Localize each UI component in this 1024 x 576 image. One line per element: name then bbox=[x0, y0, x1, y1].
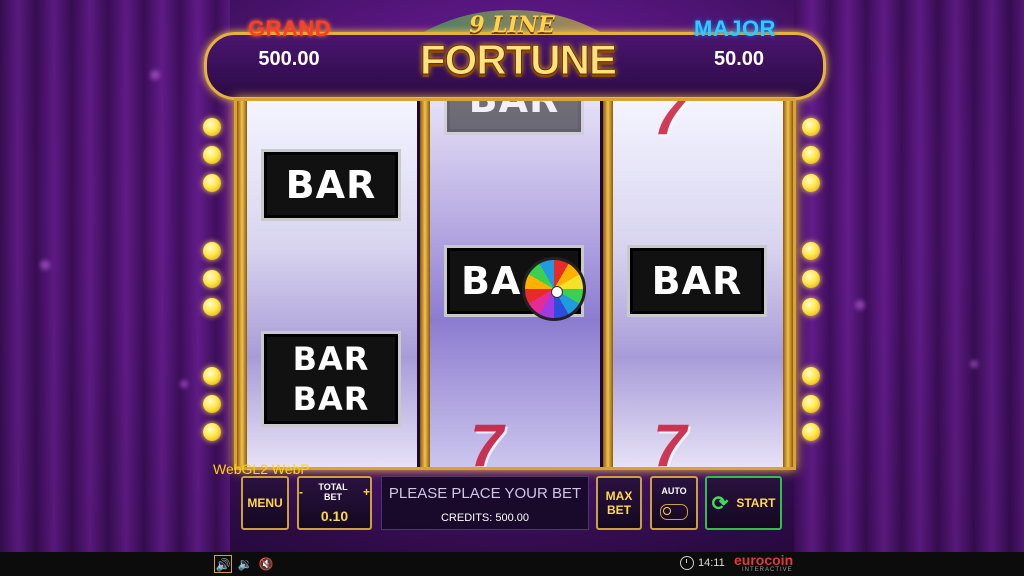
reel-3: 7 BAR 7 bbox=[613, 101, 783, 467]
bet-decrease-button[interactable]: - bbox=[299, 485, 303, 499]
brand-subtitle: INTERACTIVE bbox=[742, 567, 793, 573]
autoplay-toggle[interactable] bbox=[660, 504, 688, 520]
payline-indicator bbox=[802, 367, 820, 385]
max-bet-line2: BET bbox=[606, 503, 631, 517]
refresh-icon: ⟳ bbox=[711, 492, 729, 515]
mute-icon[interactable]: 🔇 bbox=[257, 555, 275, 573]
reel-1: BAR BAR BAR bbox=[247, 101, 417, 467]
payline-indicator bbox=[203, 242, 221, 260]
start-button[interactable]: ⟳ START bbox=[705, 476, 782, 530]
autoplay-label: AUTO bbox=[661, 486, 687, 496]
max-bet-line1: MAX bbox=[605, 489, 633, 503]
double-bar-symbol: BAR BAR bbox=[261, 331, 401, 427]
payline-indicator bbox=[203, 298, 221, 316]
total-bet-control: - TOTAL BET + 0.10 bbox=[297, 476, 372, 530]
credits-display: CREDITS: 500.00 bbox=[440, 512, 530, 524]
autoplay-button[interactable]: AUTO bbox=[650, 476, 698, 530]
payline-indicator bbox=[802, 146, 820, 164]
max-bet-button[interactable]: MAX BET bbox=[596, 476, 642, 530]
grand-jackpot-value: 500.00 bbox=[258, 48, 320, 70]
seven-symbol: 7 bbox=[653, 101, 687, 147]
sound-on-icon[interactable]: 🔊 bbox=[214, 555, 232, 573]
sparkle bbox=[150, 70, 160, 80]
clock-icon bbox=[680, 556, 694, 570]
clock-time: 14:11 bbox=[698, 557, 725, 569]
game-logo: 9 LINE FORTUNE bbox=[420, 12, 618, 83]
brand-logo: eurocoin bbox=[734, 552, 794, 568]
payline-indicator bbox=[203, 367, 221, 385]
right-curtain bbox=[794, 0, 1024, 552]
sparkle bbox=[970, 360, 978, 368]
sound-low-icon[interactable]: 🔉 bbox=[236, 555, 254, 573]
message-panel: PLEASE PLACE YOUR BET CREDITS: 500.00 bbox=[381, 476, 589, 530]
logo-line1: 9 LINE bbox=[469, 12, 555, 38]
start-label: START bbox=[736, 496, 776, 510]
menu-button[interactable]: MENU bbox=[241, 476, 289, 530]
bet-increase-button[interactable]: + bbox=[363, 485, 370, 499]
reel-2: BAR BA 7 bbox=[430, 101, 600, 467]
payline-indicator bbox=[802, 395, 820, 413]
fortune-wheel-icon bbox=[522, 257, 586, 321]
total-bet-value: 0.10 bbox=[320, 508, 349, 524]
seven-symbol: 7 bbox=[653, 412, 687, 467]
payline-indicator bbox=[802, 242, 820, 260]
payline-indicator bbox=[203, 395, 221, 413]
sparkle bbox=[180, 380, 188, 388]
major-jackpot-label: MAJOR bbox=[694, 16, 776, 41]
sparkle bbox=[40, 260, 50, 270]
status-message: PLEASE PLACE YOUR BET bbox=[388, 485, 582, 502]
bar-symbol: BAR bbox=[627, 245, 767, 317]
bar-symbol: BAR bbox=[444, 101, 584, 135]
logo-line2: FORTUNE bbox=[420, 36, 618, 83]
reel-frame: BAR BARBAR BAR BA 7 7 BAR 7 bbox=[234, 98, 796, 470]
payline-indicator bbox=[203, 423, 221, 441]
payline-indicator bbox=[802, 270, 820, 288]
payline-indicator bbox=[203, 118, 221, 136]
payline-indicator bbox=[802, 174, 820, 192]
left-curtain bbox=[0, 0, 230, 552]
reel-divider bbox=[420, 101, 430, 467]
reel-divider bbox=[783, 101, 793, 467]
payline-indicator bbox=[802, 118, 820, 136]
bar-symbol: BAR bbox=[261, 149, 401, 221]
debug-render-text: WebGL2 WebP bbox=[213, 461, 310, 477]
payline-indicator bbox=[203, 270, 221, 288]
payline-indicator bbox=[203, 174, 221, 192]
grand-jackpot-label: GRAND bbox=[248, 16, 332, 41]
seven-symbol: 7 bbox=[470, 412, 504, 467]
reel-divider bbox=[237, 101, 247, 467]
major-jackpot-value: 50.00 bbox=[713, 48, 765, 70]
bottom-bar: 🔊 🔉 🔇 14:11 eurocoin INTERACTIVE bbox=[0, 552, 1024, 576]
sparkle bbox=[855, 300, 865, 310]
payline-indicator bbox=[203, 146, 221, 164]
menu-label: MENU bbox=[247, 496, 283, 510]
payline-indicator bbox=[802, 298, 820, 316]
payline-indicator bbox=[802, 423, 820, 441]
game-stage: GRAND 500.00 MAJOR 50.00 9 LINE FORTUNE … bbox=[0, 0, 1024, 576]
reel-divider bbox=[603, 101, 613, 467]
total-bet-label: TOTAL BET bbox=[318, 482, 348, 502]
